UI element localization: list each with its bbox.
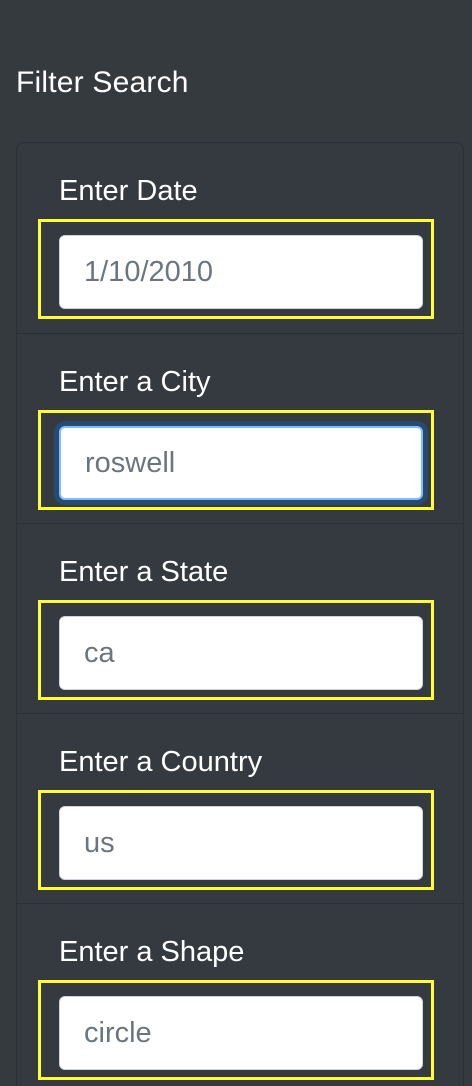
shape-input[interactable] bbox=[59, 996, 423, 1070]
country-input[interactable] bbox=[59, 806, 423, 880]
city-highlight bbox=[38, 410, 434, 510]
date-highlight bbox=[38, 219, 434, 319]
country-label: Enter a Country bbox=[59, 746, 263, 778]
filter-item-shape: Enter a Shape bbox=[17, 903, 463, 1086]
shape-label: Enter a Shape bbox=[59, 936, 245, 968]
date-input[interactable] bbox=[59, 235, 423, 309]
filter-item-city: Enter a City bbox=[17, 333, 463, 523]
date-label: Enter Date bbox=[59, 175, 198, 207]
shape-highlight bbox=[38, 980, 434, 1080]
state-input[interactable] bbox=[59, 616, 423, 690]
city-label: Enter a City bbox=[59, 366, 211, 398]
filter-item-date: Enter Date bbox=[17, 143, 463, 333]
city-input[interactable] bbox=[59, 426, 423, 500]
filter-sidebar: Filter Search Enter Date Enter a City En… bbox=[0, 0, 472, 1086]
filter-item-country: Enter a Country bbox=[17, 713, 463, 903]
panel-title: Filter Search bbox=[16, 66, 189, 99]
state-highlight bbox=[38, 600, 434, 700]
filter-list: Enter Date Enter a City Enter a State En… bbox=[16, 142, 464, 1086]
state-label: Enter a State bbox=[59, 556, 229, 588]
filter-item-state: Enter a State bbox=[17, 523, 463, 713]
country-highlight bbox=[38, 790, 434, 890]
